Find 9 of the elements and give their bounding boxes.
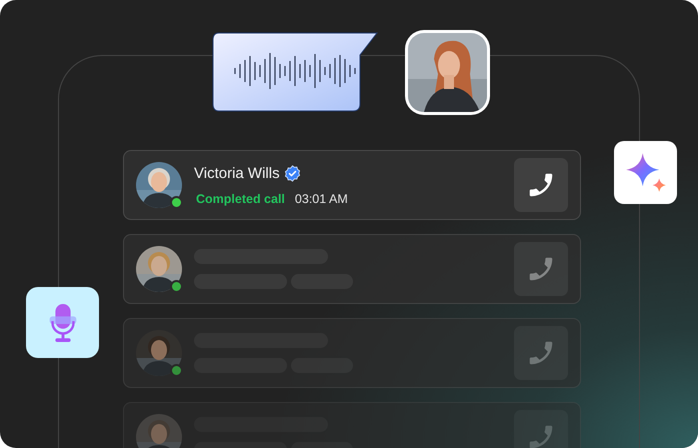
voice-input-tile[interactable] <box>26 287 99 358</box>
contact-card[interactable]: Victoria Wills Completed call 03:01 AM <box>123 150 581 220</box>
call-button[interactable] <box>514 158 568 212</box>
contact-name: Victoria Wills <box>194 164 280 182</box>
sparkle-icon <box>624 150 668 194</box>
contact-card[interactable] <box>123 234 581 304</box>
ai-assistant-tile[interactable] <box>614 141 677 204</box>
call-status: Completed call <box>196 192 285 206</box>
call-time: 03:01 AM <box>294 192 348 206</box>
